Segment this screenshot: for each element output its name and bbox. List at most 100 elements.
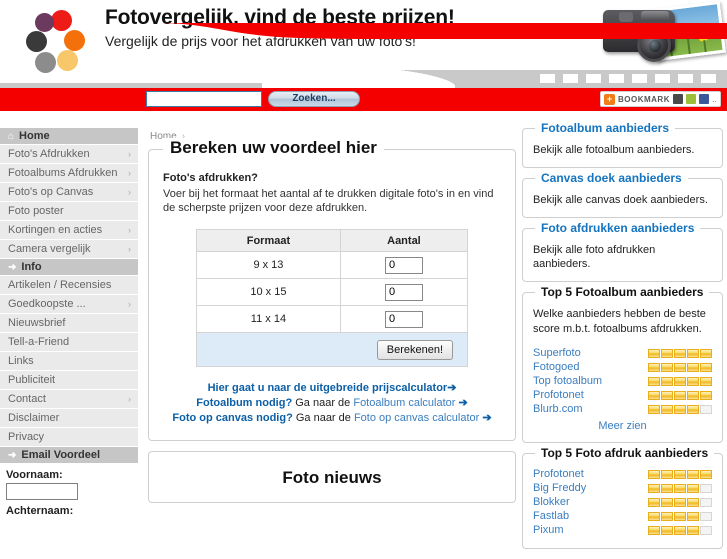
share-twitter-icon[interactable]: [685, 94, 696, 104]
sidebar-item-artikelen-recensies[interactable]: Artikelen / Recensies: [0, 276, 138, 295]
sidebar-item-kortingen-en-acties[interactable]: Kortingen en acties ›: [0, 221, 138, 240]
canvas-calculator-link[interactable]: Foto op canvas calculator: [354, 412, 479, 424]
achternaam-label: Achternaam:: [0, 500, 138, 519]
voornaam-label: Voornaam:: [0, 464, 138, 483]
site-logo[interactable]: [18, 8, 90, 74]
provider-panel-afdrukken: Foto afdrukken aanbieders Bekijk alle fo…: [522, 221, 723, 282]
panel-text[interactable]: Bekijk alle canvas doek aanbieders.: [533, 193, 712, 207]
filmstrip-curve: [258, 70, 458, 88]
meer-zien-link[interactable]: Meer zien: [533, 420, 712, 432]
share-facebook-icon[interactable]: [698, 94, 709, 104]
list-item[interactable]: Blurb.com: [533, 403, 712, 415]
star-empty-icon: [700, 511, 712, 521]
red-bar-wave: [0, 23, 727, 39]
list-item[interactable]: Top fotoalbum: [533, 375, 712, 387]
arrow-right-icon: ➜: [8, 450, 17, 461]
sidebar-item-label: Tell-a-Friend: [8, 336, 70, 348]
share-generic-icon[interactable]: [672, 94, 683, 104]
camera-flash: [619, 12, 633, 22]
provider-name[interactable]: Big Freddy: [533, 482, 586, 494]
chevron-right-icon: ›: [128, 244, 131, 254]
star-full-icon: [687, 511, 699, 521]
sidebar-item-fotoalbums-afdrukken[interactable]: Fotoalbums Afdrukken ›: [0, 164, 138, 183]
list-item[interactable]: Pixum: [533, 524, 712, 536]
star-full-icon: [700, 362, 712, 372]
star-full-icon: [648, 497, 660, 507]
star-full-icon: [648, 525, 660, 535]
sidebar-item-label: Disclaimer: [8, 412, 60, 424]
aantal-input-9x13[interactable]: [384, 256, 423, 274]
panel-legend: Fotoalbum aanbieders: [535, 121, 676, 135]
star-empty-icon: [700, 497, 712, 507]
provider-name[interactable]: Superfoto: [533, 347, 581, 359]
sidebar-item-label: Goedkoopste ...: [8, 298, 86, 310]
panel-legend: Top 5 Fotoalbum aanbieders: [535, 285, 710, 299]
search-button[interactable]: Zoeken...: [268, 91, 360, 107]
sidebar-header-home[interactable]: ⌂ Home: [0, 128, 138, 145]
list-item[interactable]: Profotonet: [533, 468, 712, 480]
list-item[interactable]: Profotonet: [533, 389, 712, 401]
star-full-icon: [674, 348, 686, 358]
voornaam-input[interactable]: [6, 483, 78, 500]
search-input[interactable]: [146, 91, 262, 107]
provider-name[interactable]: Blokker: [533, 496, 570, 508]
aantal-input-11x14[interactable]: [384, 310, 423, 328]
provider-name[interactable]: Profotonet: [533, 389, 584, 401]
arrow-right-icon: ➔: [458, 397, 468, 409]
panel-legend: Top 5 Foto afdruk aanbieders: [535, 446, 715, 460]
sidebar-item-disclaimer[interactable]: Disclaimer: [0, 409, 138, 428]
sidebar-item-fotos-afdrukken[interactable]: Foto's Afdrukken ›: [0, 145, 138, 164]
chevron-right-icon: ›: [128, 187, 131, 197]
link-bold-text[interactable]: Hier gaat u naar de uitgebreide prijscal…: [208, 382, 448, 394]
panel-legend: Foto afdrukken aanbieders: [535, 221, 701, 235]
panel-text[interactable]: Bekijk alle fotoalbum aanbieders.: [533, 143, 712, 157]
sidebar-item-publiciteit[interactable]: Publiciteit: [0, 371, 138, 390]
calculator-table: Formaat Aantal 9 x 13 10 x 15: [196, 229, 469, 367]
cell-formaat: 11 x 14: [196, 305, 341, 333]
provider-name[interactable]: Profotonet: [533, 468, 584, 480]
sidebar-item-nieuwsbrief[interactable]: Nieuwsbrief: [0, 314, 138, 333]
fotoalbum-calculator-link[interactable]: Fotoalbum calculator: [353, 397, 455, 409]
chevron-right-icon: ›: [128, 225, 131, 235]
list-item[interactable]: Fotogoed: [533, 361, 712, 373]
main-content: Home › Bereken uw voordeel hier Foto's af…: [138, 128, 522, 559]
calc-link-row: Foto op canvas nodig? Ga naar de Foto op…: [163, 411, 501, 426]
sidebar-item-links[interactable]: Links: [0, 352, 138, 371]
panel-text[interactable]: Bekijk alle foto afdrukken aanbieders.: [533, 243, 712, 271]
sidebar-item-camera-vergelijk[interactable]: Camera vergelijk ›: [0, 240, 138, 259]
bookmark-share-widget[interactable]: + BOOKMARK ..: [599, 91, 721, 107]
news-title: Foto nieuws: [282, 468, 382, 487]
sidebar-item-fotos-op-canvas[interactable]: Foto's op Canvas ›: [0, 183, 138, 202]
right-sidebar: Fotoalbum aanbieders Bekijk alle fotoalb…: [522, 121, 727, 559]
star-empty-icon: [700, 525, 712, 535]
star-full-icon: [674, 404, 686, 414]
sidebar-item-privacy[interactable]: Privacy: [0, 428, 138, 447]
provider-panel-fotoalbum: Fotoalbum aanbieders Bekijk alle fotoalb…: [522, 121, 723, 168]
sidebar-item-label: Artikelen / Recensies: [8, 279, 112, 291]
cell-aantal: [339, 251, 469, 279]
sidebar-item-tell-a-friend[interactable]: Tell-a-Friend: [0, 333, 138, 352]
share-more-icon[interactable]: ..: [712, 94, 717, 104]
berekenen-button[interactable]: Berekenen!: [376, 339, 453, 360]
provider-name[interactable]: Blurb.com: [533, 403, 583, 415]
list-item[interactable]: Superfoto: [533, 347, 712, 359]
provider-name[interactable]: Top fotoalbum: [533, 375, 602, 387]
star-full-icon: [661, 348, 673, 358]
provider-name[interactable]: Pixum: [533, 524, 564, 536]
star-full-icon: [674, 390, 686, 400]
sidebar-item-contact[interactable]: Contact ›: [0, 390, 138, 409]
aantal-input-10x15[interactable]: [384, 283, 423, 301]
star-full-icon: [700, 348, 712, 358]
list-item[interactable]: Big Freddy: [533, 482, 712, 494]
sidebar-item-goedkoopste[interactable]: Goedkoopste ... ›: [0, 295, 138, 314]
provider-name[interactable]: Fotogoed: [533, 361, 579, 373]
sidebar-header-info[interactable]: ➜ Info: [0, 259, 138, 276]
star-full-icon: [661, 362, 673, 372]
arrow-right-icon: ➜: [8, 262, 17, 273]
sidebar-header-email-voordeel[interactable]: ➜ Email Voordeel: [0, 447, 138, 464]
rating-stars: [648, 348, 712, 358]
list-item[interactable]: Fastlab: [533, 510, 712, 522]
list-item[interactable]: Blokker: [533, 496, 712, 508]
provider-name[interactable]: Fastlab: [533, 510, 569, 522]
sidebar-item-foto-poster[interactable]: Foto poster: [0, 202, 138, 221]
